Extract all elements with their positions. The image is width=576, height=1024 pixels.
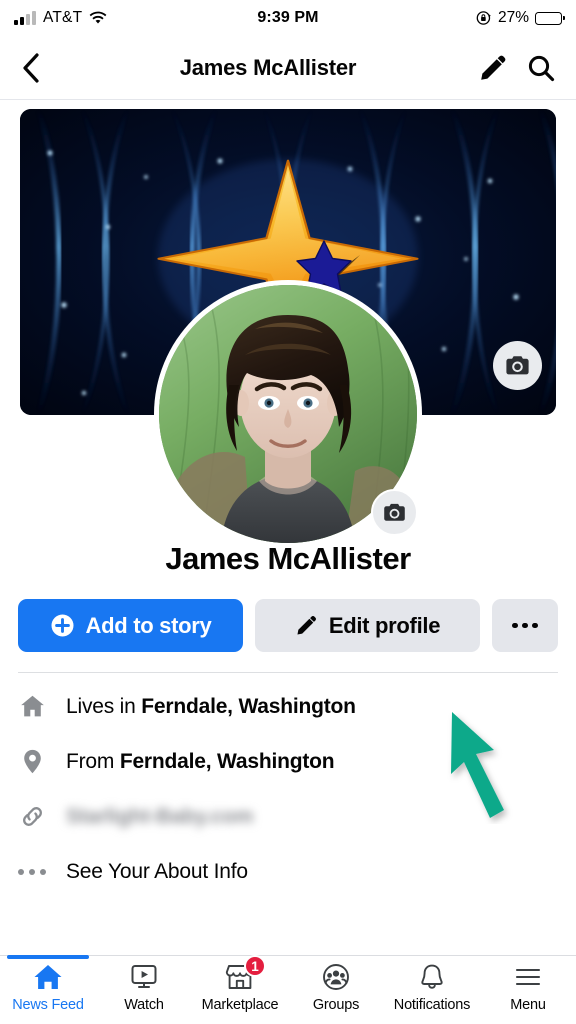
info-row-from[interactable]: From Ferndale, Washington [18,734,558,789]
signal-bars-icon [14,11,36,25]
info-row-lives-in[interactable]: Lives in Ferndale, Washington [18,679,558,734]
camera-icon [384,503,405,521]
groups-icon [321,962,351,992]
add-to-story-button[interactable]: Add to story [18,599,243,652]
nav-item-watch[interactable]: Watch [96,962,192,1013]
app-header: James McAllister [0,36,576,100]
pencil-icon [297,616,316,635]
battery-percent-label: 27% [497,9,529,26]
info-lead-lives-in: Lives in [66,694,142,718]
profile-action-buttons: Add to story Edit profile [0,577,576,652]
more-options-button[interactable] [492,599,558,652]
link-icon [18,803,46,830]
info-lead-from: From [66,749,120,773]
back-button[interactable] [20,51,54,85]
info-value-website-redacted: Starlight-Baby.com [66,804,254,828]
camera-icon [506,356,529,375]
cover-photo-area [20,109,556,548]
home-icon [33,962,63,992]
status-bar: AT&T 9:39 PM 27% [0,0,576,36]
nav-item-marketplace[interactable]: 1 Marketplace [192,955,288,1013]
info-row-see-about-info[interactable]: See Your About Info [18,844,558,899]
profile-picture-container [154,280,422,548]
bell-icon [417,962,447,992]
edit-profile-label: Edit profile [328,612,441,638]
nav-item-notifications[interactable]: Notifications [384,962,480,1013]
battery-icon [535,11,565,25]
wifi-icon [89,11,107,25]
info-text-from: From Ferndale, Washington [66,749,335,774]
status-bar-right: 27% [288,9,565,27]
active-tab-indicator [7,955,89,959]
add-to-story-label: Add to story [85,612,212,638]
facebook-profile-screen: AT&T 9:39 PM 27% James McAllister James … [0,0,576,1024]
carrier-label: AT&T [43,9,83,26]
info-value-from: Ferndale, Washington [119,749,335,773]
status-bar-left: AT&T [14,9,288,27]
rotation-lock-icon [476,10,492,26]
chevron-left-icon [23,52,39,83]
header-actions [478,53,556,83]
nav-label-groups: Groups [312,997,360,1013]
nav-label-marketplace: Marketplace [201,997,279,1013]
nav-label-news-feed: News Feed [12,997,84,1013]
home-icon [18,693,46,720]
search-icon[interactable] [526,53,556,83]
ellipsis-icon [18,868,46,875]
ellipsis-icon [512,622,538,629]
hamburger-menu-icon [513,962,543,992]
edit-cover-photo-button[interactable] [493,341,542,390]
edit-icon[interactable] [478,53,508,83]
storefront-icon: 1 [225,955,266,992]
nav-item-news-feed[interactable]: News Feed [0,955,96,1013]
location-pin-icon [18,748,46,775]
info-label-see-about-info: See Your About Info [66,859,248,883]
marketplace-badge: 1 [244,955,266,977]
nav-label-menu: Menu [510,997,546,1013]
profile-info-list: Lives in Ferndale, Washington From Fernd… [0,673,576,899]
video-play-icon [129,962,159,992]
plus-circle-icon [51,614,74,637]
info-value-lives-in: Ferndale, Washington [141,694,356,718]
nav-label-notifications: Notifications [393,997,471,1013]
edit-profile-button[interactable]: Edit profile [255,599,480,652]
info-text-lives-in: Lives in Ferndale, Washington [66,695,356,719]
nav-label-watch: Watch [124,997,164,1013]
page-title: James McAllister [179,54,357,80]
edit-profile-picture-button[interactable] [371,489,418,536]
info-row-website[interactable]: Starlight-Baby.com [18,789,558,844]
nav-item-menu[interactable]: Menu [480,962,576,1013]
nav-item-groups[interactable]: Groups [288,962,384,1013]
bottom-navigation-bar: News Feed Watch 1 Marketplace Groups Not… [0,955,576,1024]
